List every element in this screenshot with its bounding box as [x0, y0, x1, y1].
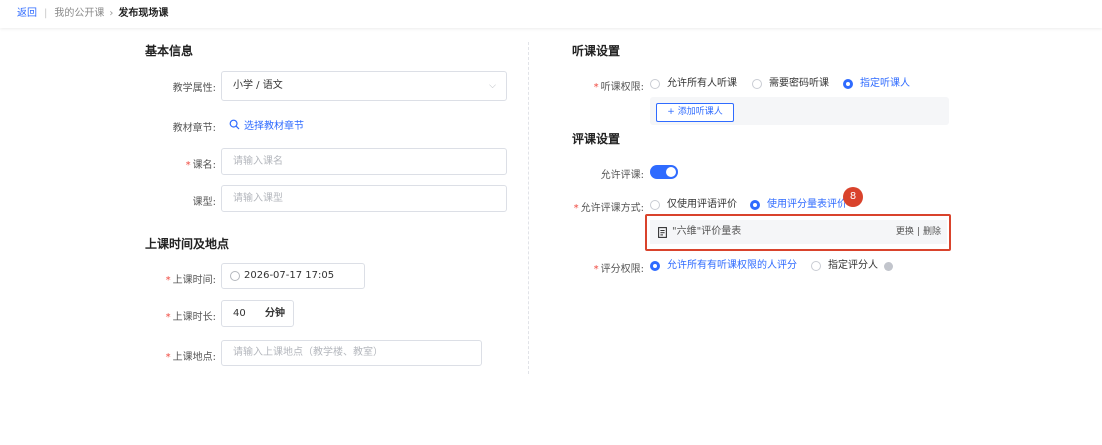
radio-circle	[811, 261, 821, 271]
schedule-title: 上课时间及地点	[145, 237, 230, 251]
radio-use-scale[interactable]: 使用评分量表评价	[750, 199, 847, 211]
class-time-picker[interactable]: 2026-07-17 17:05	[221, 263, 365, 289]
breadcrumb-divider: |	[44, 8, 48, 19]
subject-label: 教学属性:	[172, 83, 216, 94]
radio-circle	[650, 79, 660, 89]
duration-value: 40	[233, 308, 246, 319]
scale-actions: 更换 | 删除	[895, 227, 941, 237]
column-divider	[528, 42, 529, 374]
score-perm-label: * 评分权限:	[593, 264, 644, 275]
annotation-badge: 8	[843, 187, 863, 207]
listen-settings-title: 听课设置	[572, 44, 621, 58]
chevron-right-icon: ›	[109, 8, 114, 19]
search-icon	[229, 119, 240, 130]
course-name-label: * 课名:	[185, 160, 216, 171]
basic-info-title: 基本信息	[145, 44, 194, 58]
required-mark: *	[185, 160, 191, 171]
back-link[interactable]: 返回	[17, 8, 37, 19]
class-time-label: * 上课时间:	[165, 275, 216, 286]
radio-specify-scorers[interactable]: 指定评分人	[811, 260, 893, 272]
scale-row: "六维"评价量表 更换 | 删除	[650, 220, 947, 244]
course-name-placeholder: 请输入课名	[233, 156, 283, 167]
place-input[interactable]: 请输入上课地点（教学楼、教室）	[221, 340, 482, 366]
radio-comment-only[interactable]: 仅使用评语评价	[650, 199, 737, 211]
course-type-input[interactable]: 请输入课型	[221, 185, 507, 212]
scale-name: "六维"评价量表	[672, 226, 742, 237]
course-name-input[interactable]: 请输入课名	[221, 148, 507, 175]
allow-review-label: 允许评课:	[600, 170, 644, 181]
scale-delete-link[interactable]: 删除	[923, 227, 941, 237]
select-chapter-link[interactable]: 选择教材章节	[229, 117, 304, 132]
breadcrumb-current: 发布现场课	[118, 8, 169, 19]
chevron-down-icon: ⌵	[489, 81, 496, 91]
course-type-placeholder: 请输入课型	[233, 193, 283, 204]
radio-allow-all-listen[interactable]: 允许所有人听课	[650, 78, 737, 90]
place-placeholder: 请输入上课地点（教学楼、教室）	[233, 347, 383, 358]
duration-label: * 上课时长:	[165, 312, 216, 323]
allow-review-toggle[interactable]	[650, 165, 678, 179]
radio-all-listeners-score[interactable]: 允许所有有听课权限的人评分	[650, 260, 797, 272]
course-type-label: 课型:	[192, 197, 216, 208]
help-icon[interactable]	[884, 261, 893, 271]
radio-specify-listeners[interactable]: 指定听课人	[843, 78, 910, 90]
radio-circle-selected	[750, 200, 760, 210]
add-listener-button[interactable]: + 添加听课人	[656, 103, 734, 122]
toggle-knob	[666, 167, 676, 177]
subject-value: 小学 / 语文	[233, 80, 283, 91]
clock-icon	[230, 271, 240, 281]
class-time-value: 2026-07-17 17:05	[244, 270, 335, 281]
duration-input[interactable]: 40 分钟	[221, 300, 294, 327]
review-mode-label: * 允许评课方式:	[573, 203, 644, 214]
scale-change-link[interactable]: 更换	[896, 227, 914, 237]
radio-circle-selected	[650, 261, 660, 271]
document-icon	[658, 227, 667, 238]
place-label: * 上课地点:	[165, 352, 216, 363]
listen-perm-label: * 听课权限:	[593, 82, 644, 93]
duration-unit: 分钟	[265, 308, 285, 319]
radio-circle	[752, 79, 762, 89]
chapter-label: 教材章节:	[172, 123, 216, 134]
review-settings-title: 评课设置	[572, 132, 621, 146]
radio-password-listen[interactable]: 需要密码听课	[752, 78, 829, 90]
subject-select[interactable]: 小学 / 语文 ⌵	[221, 71, 507, 101]
radio-circle-selected	[843, 79, 853, 89]
breadcrumb-parent[interactable]: 我的公开课	[54, 8, 104, 19]
breadcrumb: 返回 | 我的公开课 › 发布现场课	[0, 0, 1102, 28]
select-chapter-text: 选择教材章节	[244, 121, 304, 132]
radio-circle	[650, 200, 660, 210]
